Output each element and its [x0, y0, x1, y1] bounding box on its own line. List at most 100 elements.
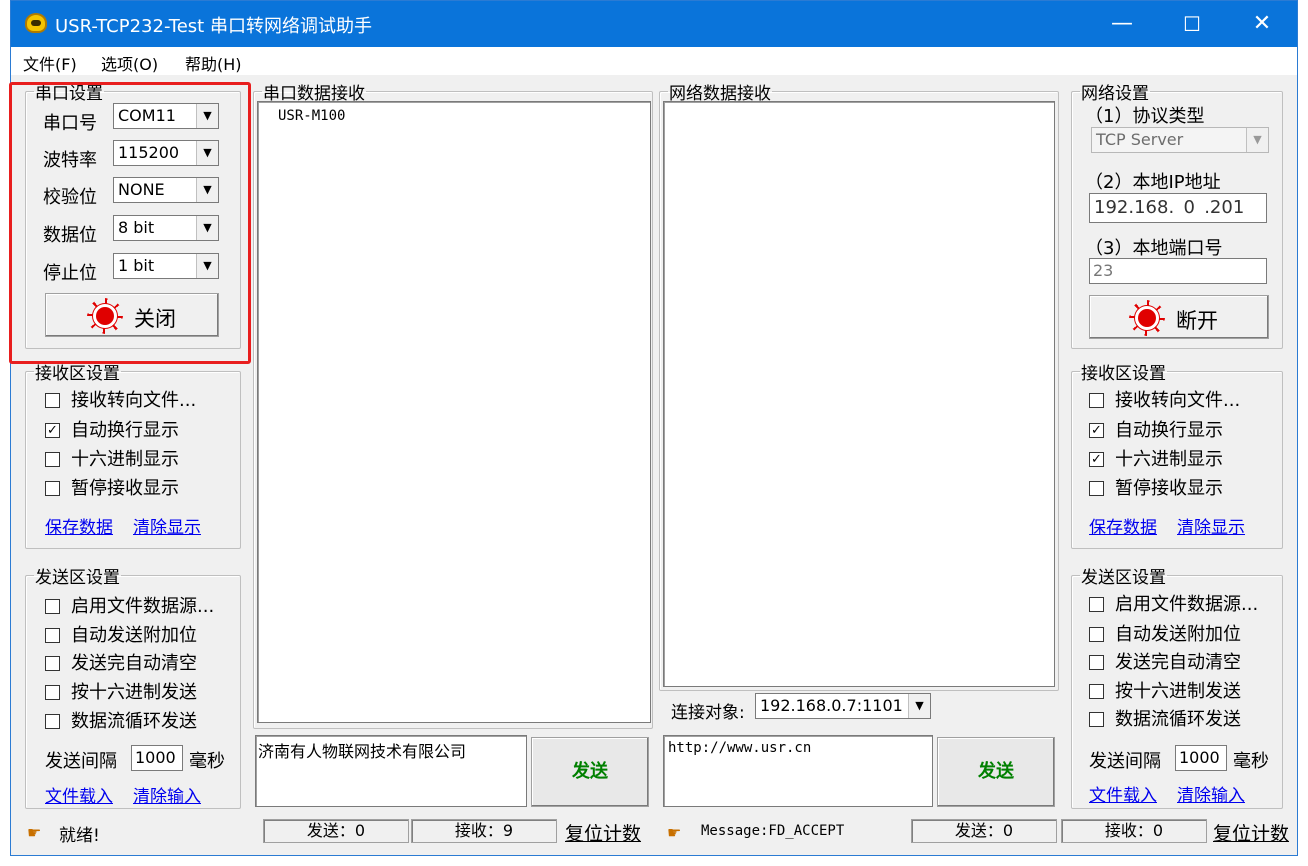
- checkbox-icon: [1089, 393, 1104, 408]
- protocol-label: （1）协议类型: [1085, 106, 1205, 127]
- checkbox-icon: [45, 481, 60, 496]
- right-clear-input-link[interactable]: 清除输入: [1177, 781, 1245, 806]
- checkbox-icon: [1089, 597, 1104, 612]
- minimize-button[interactable]: —: [1087, 1, 1157, 47]
- right-send-opt1-label: 启用文件数据源...: [1115, 594, 1259, 615]
- left-send-opt1-label: 启用文件数据源...: [71, 596, 215, 617]
- right-hex-display-checkbox[interactable]: ✓ 十六进制显示: [1089, 449, 1223, 471]
- left-clear-input-link[interactable]: 清除输入: [133, 782, 201, 807]
- left-save-data-link[interactable]: 保存数据: [45, 513, 113, 538]
- right-append-bit-checkbox[interactable]: 自动发送附加位: [1089, 624, 1241, 646]
- serial-receive-textarea[interactable]: USR-M100: [257, 101, 651, 723]
- serial-sent-count: 发送：0: [263, 819, 409, 843]
- right-send-opt2-label: 自动发送附加位: [1115, 624, 1241, 645]
- left-interval-input[interactable]: 1000: [131, 745, 183, 771]
- checkbox-icon: [1089, 684, 1104, 699]
- checkbox-icon: [45, 393, 60, 408]
- checkbox-icon: [1089, 481, 1104, 496]
- left-load-file-link[interactable]: 文件载入: [45, 782, 113, 807]
- ip-label: （2）本地IP地址: [1085, 172, 1221, 193]
- right-load-file-link[interactable]: 文件载入: [1089, 781, 1157, 806]
- serial-send-button[interactable]: 发送: [531, 737, 649, 807]
- close-button[interactable]: ✕: [1227, 1, 1297, 47]
- net-target-label: 连接对象:: [671, 703, 745, 723]
- left-clear-display-link[interactable]: 清除显示: [133, 513, 201, 538]
- maximize-button[interactable]: ☐: [1157, 1, 1227, 47]
- left-hex-display-checkbox[interactable]: 十六进制显示: [45, 449, 179, 471]
- left-send-opt4-label: 按十六进制发送: [71, 682, 197, 703]
- left-append-bit-checkbox[interactable]: 自动发送附加位: [45, 625, 197, 647]
- right-hex-send-checkbox[interactable]: 按十六进制发送: [1089, 681, 1241, 703]
- net-receive-textarea[interactable]: [663, 101, 1055, 687]
- left-recv-opt1-label: 接收转向文件...: [71, 390, 197, 411]
- hand-pointer-icon: ☛: [27, 823, 42, 842]
- checkmark-icon: ✓: [1089, 452, 1104, 467]
- right-file-source-checkbox[interactable]: 启用文件数据源...: [1089, 594, 1258, 616]
- serial-reset-count-button[interactable]: 复位计数: [565, 819, 641, 846]
- checkbox-icon: [45, 599, 60, 614]
- checkbox-icon: [45, 628, 60, 643]
- ip-address-input[interactable]: 192.168. 0.201: [1089, 193, 1267, 223]
- right-send-legend: 发送区设置: [1081, 568, 1166, 588]
- net-reset-count-button[interactable]: 复位计数: [1213, 819, 1289, 846]
- serial-send-content: 济南有人物联网技术有限公司: [258, 742, 467, 761]
- checkbox-icon: [45, 685, 60, 700]
- serial-send-textarea[interactable]: 济南有人物联网技术有限公司: [255, 735, 527, 807]
- net-target-select[interactable]: 192.168.0.7:1101 ▼: [755, 693, 931, 719]
- right-receive-legend: 接收区设置: [1081, 364, 1166, 384]
- status-led-icon: [1138, 309, 1156, 327]
- right-auto-wrap-checkbox[interactable]: ✓ 自动换行显示: [1089, 420, 1223, 442]
- right-recv-to-file-checkbox[interactable]: 接收转向文件...: [1089, 390, 1240, 412]
- left-recv-to-file-checkbox[interactable]: 接收转向文件...: [45, 390, 196, 412]
- right-interval-input[interactable]: 1000: [1175, 745, 1227, 771]
- title-bar: USR-TCP232-Test 串口转网络调试助手 — ☐ ✕: [11, 1, 1297, 47]
- right-interval-unit: 毫秒: [1233, 751, 1269, 772]
- ip-octet-3[interactable]: 0: [1174, 194, 1204, 222]
- right-loop-send-checkbox[interactable]: 数据流循环发送: [1089, 709, 1241, 731]
- ip-octet-4[interactable]: 201: [1210, 197, 1244, 218]
- left-pause-display-checkbox[interactable]: 暂停接收显示: [45, 478, 179, 500]
- right-send-opt5-label: 数据流循环发送: [1115, 709, 1241, 730]
- left-auto-wrap-checkbox[interactable]: ✓ 自动换行显示: [45, 420, 179, 442]
- net-send-button[interactable]: 发送: [937, 737, 1055, 807]
- left-auto-clear-checkbox[interactable]: 发送完自动清空: [45, 653, 197, 675]
- protocol-value: TCP Server: [1096, 130, 1184, 149]
- protocol-select[interactable]: TCP Server ▼: [1091, 127, 1269, 153]
- net-send-textarea[interactable]: http://www.usr.cn: [663, 735, 933, 807]
- menu-options[interactable]: 选项(O): [101, 51, 158, 75]
- right-auto-clear-checkbox[interactable]: 发送完自动清空: [1089, 652, 1241, 674]
- net-sent-count: 发送：0: [911, 819, 1057, 843]
- menu-file[interactable]: 文件(F): [23, 51, 77, 75]
- net-disconnect-button[interactable]: 断开: [1089, 295, 1269, 339]
- left-loop-send-checkbox[interactable]: 数据流循环发送: [45, 711, 197, 733]
- checkmark-icon: ✓: [1089, 423, 1104, 438]
- checkbox-icon: [1089, 655, 1104, 670]
- right-pause-display-checkbox[interactable]: 暂停接收显示: [1089, 478, 1223, 500]
- left-send-opt5-label: 数据流循环发送: [71, 711, 197, 732]
- right-clear-display-link[interactable]: 清除显示: [1177, 513, 1245, 538]
- left-interval-unit: 毫秒: [189, 751, 225, 772]
- net-status-message: Message:FD_ACCEPT: [701, 823, 845, 839]
- checkbox-icon: [45, 452, 60, 467]
- right-recv-opt3-label: 十六进制显示: [1115, 449, 1223, 470]
- left-hex-send-checkbox[interactable]: 按十六进制发送: [45, 682, 197, 704]
- ip-octet-2[interactable]: 168: [1134, 197, 1168, 218]
- checkbox-icon: [1089, 712, 1104, 727]
- left-send-opt3-label: 发送完自动清空: [71, 653, 197, 674]
- left-file-source-checkbox[interactable]: 启用文件数据源...: [45, 596, 214, 618]
- right-interval-label: 发送间隔: [1089, 751, 1161, 772]
- app-logo-icon: [25, 13, 47, 33]
- ip-octet-1[interactable]: 192: [1094, 197, 1128, 218]
- net-disconnect-label: 断开: [1176, 309, 1218, 333]
- local-port-input[interactable]: 23: [1089, 258, 1267, 284]
- menu-help[interactable]: 帮助(H): [185, 51, 242, 75]
- serial-receive-content: USR-M100: [278, 108, 346, 124]
- right-recv-opt4-label: 暂停接收显示: [1115, 478, 1223, 499]
- net-received-count: 接收：0: [1061, 819, 1207, 843]
- left-interval-label: 发送间隔: [45, 751, 117, 772]
- highlight-annotation-box: [9, 82, 251, 364]
- right-recv-opt1-label: 接收转向文件...: [1115, 390, 1241, 411]
- checkbox-icon: [45, 714, 60, 729]
- checkbox-icon: [1089, 627, 1104, 642]
- right-save-data-link[interactable]: 保存数据: [1089, 513, 1157, 538]
